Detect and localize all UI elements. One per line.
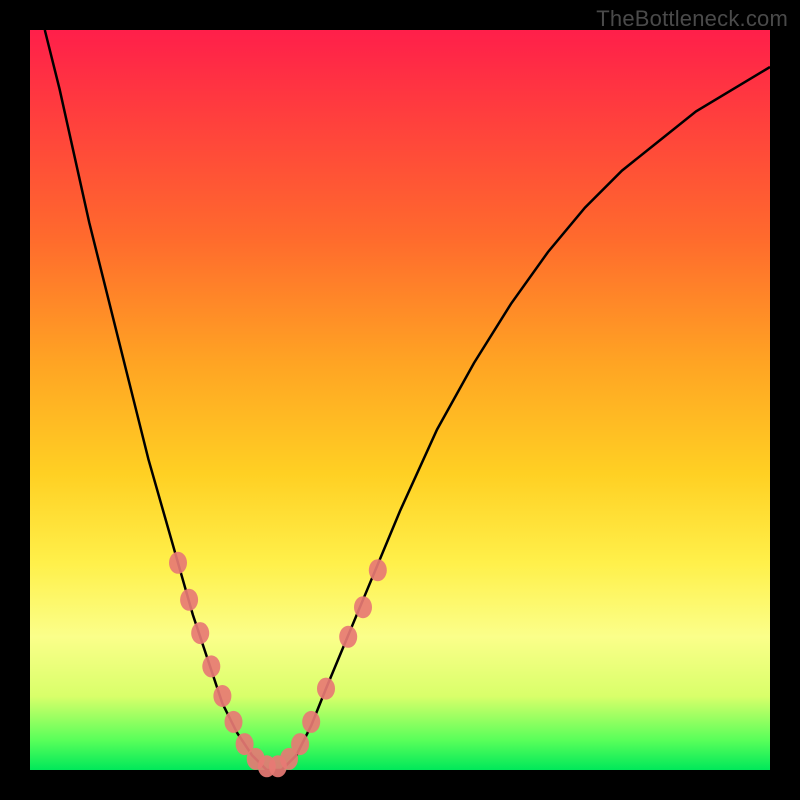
curve-marker: [225, 711, 243, 733]
curve-marker: [302, 711, 320, 733]
curve-marker: [291, 733, 309, 755]
curve-marker: [180, 589, 198, 611]
curve-marker: [202, 655, 220, 677]
curve-marker: [317, 678, 335, 700]
curve-marker: [169, 552, 187, 574]
curve-marker: [369, 559, 387, 581]
chart-frame: TheBottleneck.com: [0, 0, 800, 800]
curve-marker: [339, 626, 357, 648]
curve-markers: [169, 552, 387, 778]
curve-marker: [213, 685, 231, 707]
watermark-text: TheBottleneck.com: [596, 6, 788, 32]
plot-area: [30, 30, 770, 770]
curve-marker: [354, 596, 372, 618]
curve-marker: [191, 622, 209, 644]
chart-svg: [30, 30, 770, 770]
bottleneck-curve: [45, 30, 770, 770]
